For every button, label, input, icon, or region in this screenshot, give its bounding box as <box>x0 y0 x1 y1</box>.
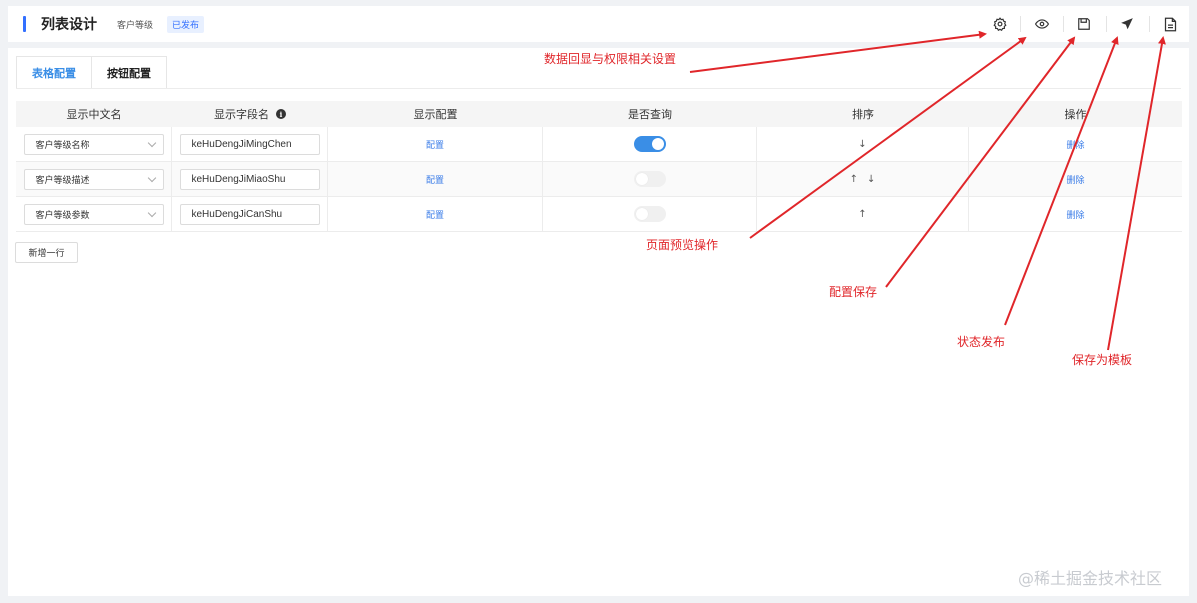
arrow-down-icon[interactable]: ↓ <box>867 174 875 185</box>
toggle-knob <box>651 138 664 150</box>
toolbar <box>969 6 1189 42</box>
table-row: 客户等级参数 keHuDengJiCanShu 配置 ↑ 删除 <box>16 197 1182 232</box>
publish-button[interactable] <box>1118 15 1136 33</box>
cn-name-cell: 客户等级描述 <box>16 162 172 196</box>
select-value: 客户等级参数 <box>35 210 90 221</box>
info-icon[interactable]: i <box>276 109 286 119</box>
config-link[interactable]: 配置 <box>426 173 444 186</box>
annotation-preview: 页面预览操作 <box>646 238 719 252</box>
toolbar-divider <box>1149 16 1150 32</box>
delete-link[interactable]: 删除 <box>1066 208 1084 221</box>
action-cell: 删除 <box>969 127 1182 161</box>
save-button[interactable] <box>1075 15 1093 33</box>
tab-table-config[interactable]: 表格配置 <box>16 56 92 89</box>
config-link[interactable]: 配置 <box>426 138 444 151</box>
send-icon <box>1121 18 1133 30</box>
action-cell: 删除 <box>969 162 1182 196</box>
cn-name-select[interactable]: 客户等级名称 <box>23 133 164 155</box>
query-toggle[interactable] <box>633 136 666 152</box>
watermark: @稀土掘金技术社区 <box>1018 569 1163 588</box>
config-table: 显示中文名 显示字段名 i 显示配置 是否查询 排序 操作 客户等级名称 keH… <box>16 101 1182 232</box>
field-cell: keHuDengJiMiaoShu <box>172 162 328 196</box>
query-toggle[interactable] <box>633 206 666 222</box>
column-header: 操作 <box>1064 108 1087 121</box>
query-cell <box>543 127 757 161</box>
table-row: 客户等级描述 keHuDengJiMiaoShu 配置 ↑ ↓ 删除 <box>16 162 1182 197</box>
preview-button[interactable] <box>1033 15 1051 33</box>
select-value: 客户等级名称 <box>35 140 90 151</box>
sort-cell: ↑ ↓ <box>757 162 969 196</box>
delete-link[interactable]: 删除 <box>1066 173 1084 186</box>
field-name-input[interactable]: keHuDengJiCanShu <box>179 203 320 225</box>
status-badge: 已发布 <box>167 15 205 33</box>
toggle-knob <box>635 173 648 185</box>
config-cell: 配置 <box>328 162 543 196</box>
settings-button[interactable] <box>991 15 1009 33</box>
field-name-input[interactable]: keHuDengJiMiaoShu <box>179 168 320 190</box>
annotation-settings: 数据回显与权限相关设置 <box>544 52 677 66</box>
table-row: 客户等级名称 keHuDengJiMingChen 配置 ↓ 删除 <box>16 127 1182 162</box>
chevron-down-icon <box>147 173 156 182</box>
arrow-up-icon[interactable]: ↑ <box>850 174 858 185</box>
config-link[interactable]: 配置 <box>426 208 444 221</box>
config-cell: 配置 <box>328 127 543 161</box>
column-header: 排序 <box>852 108 874 121</box>
toolbar-divider <box>1106 16 1107 32</box>
toolbar-divider <box>1063 16 1064 32</box>
column-header-field: 显示字段名 i <box>172 101 328 127</box>
sort-cell: ↑ <box>757 197 969 231</box>
main-panel: 表格配置 按钮配置 显示中文名 显示字段名 i 显示配置 是否查询 排序 操作 … <box>8 48 1189 596</box>
table-header: 显示中文名 显示字段名 i 显示配置 是否查询 排序 操作 <box>16 101 1182 127</box>
cn-name-cell: 客户等级名称 <box>16 127 172 161</box>
page-title: 列表设计 <box>41 17 97 33</box>
gear-icon <box>993 17 1007 31</box>
select-value: 客户等级描述 <box>35 175 90 186</box>
tabs-divider <box>16 88 1181 89</box>
title-accent-bar <box>23 16 26 32</box>
column-header: 显示中文名 <box>66 108 122 121</box>
document-icon <box>1164 17 1176 31</box>
query-cell <box>543 162 757 196</box>
arrow-down-icon[interactable]: ↓ <box>858 139 866 150</box>
action-cell: 删除 <box>969 197 1182 231</box>
annotation-publish: 状态发布 <box>957 335 1006 349</box>
page-header: 列表设计 客户等级 已发布 <box>8 6 1189 42</box>
annotation-save: 配置保存 <box>829 285 878 299</box>
add-row-button[interactable]: 新增一行 <box>15 242 78 263</box>
save-icon <box>1078 18 1090 30</box>
column-header: 显示字段名 <box>214 108 269 121</box>
annotation-template: 保存为模板 <box>1072 353 1133 367</box>
field-name-input[interactable]: keHuDengJiMingChen <box>179 133 320 155</box>
save-template-button[interactable] <box>1161 15 1179 33</box>
tab-bar: 表格配置 按钮配置 <box>16 56 167 89</box>
cn-name-select[interactable]: 客户等级参数 <box>23 203 164 225</box>
field-cell: keHuDengJiCanShu <box>172 197 328 231</box>
field-cell: keHuDengJiMingChen <box>172 127 328 161</box>
chevron-down-icon <box>147 138 156 147</box>
page-subtitle: 客户等级 <box>117 20 154 31</box>
toolbar-divider <box>1020 16 1021 32</box>
tab-button-config[interactable]: 按钮配置 <box>92 56 167 89</box>
cn-name-select[interactable]: 客户等级描述 <box>23 168 164 190</box>
delete-link[interactable]: 删除 <box>1066 138 1084 151</box>
eye-icon <box>1034 19 1050 29</box>
toggle-knob <box>635 208 648 220</box>
cn-name-cell: 客户等级参数 <box>16 197 172 231</box>
arrow-up-icon[interactable]: ↑ <box>858 209 866 220</box>
query-cell <box>543 197 757 231</box>
column-header: 是否查询 <box>628 108 672 121</box>
column-header: 显示配置 <box>413 108 458 121</box>
chevron-down-icon <box>147 208 156 217</box>
query-toggle[interactable] <box>633 171 666 187</box>
config-cell: 配置 <box>328 197 543 231</box>
sort-cell: ↓ <box>757 127 969 161</box>
